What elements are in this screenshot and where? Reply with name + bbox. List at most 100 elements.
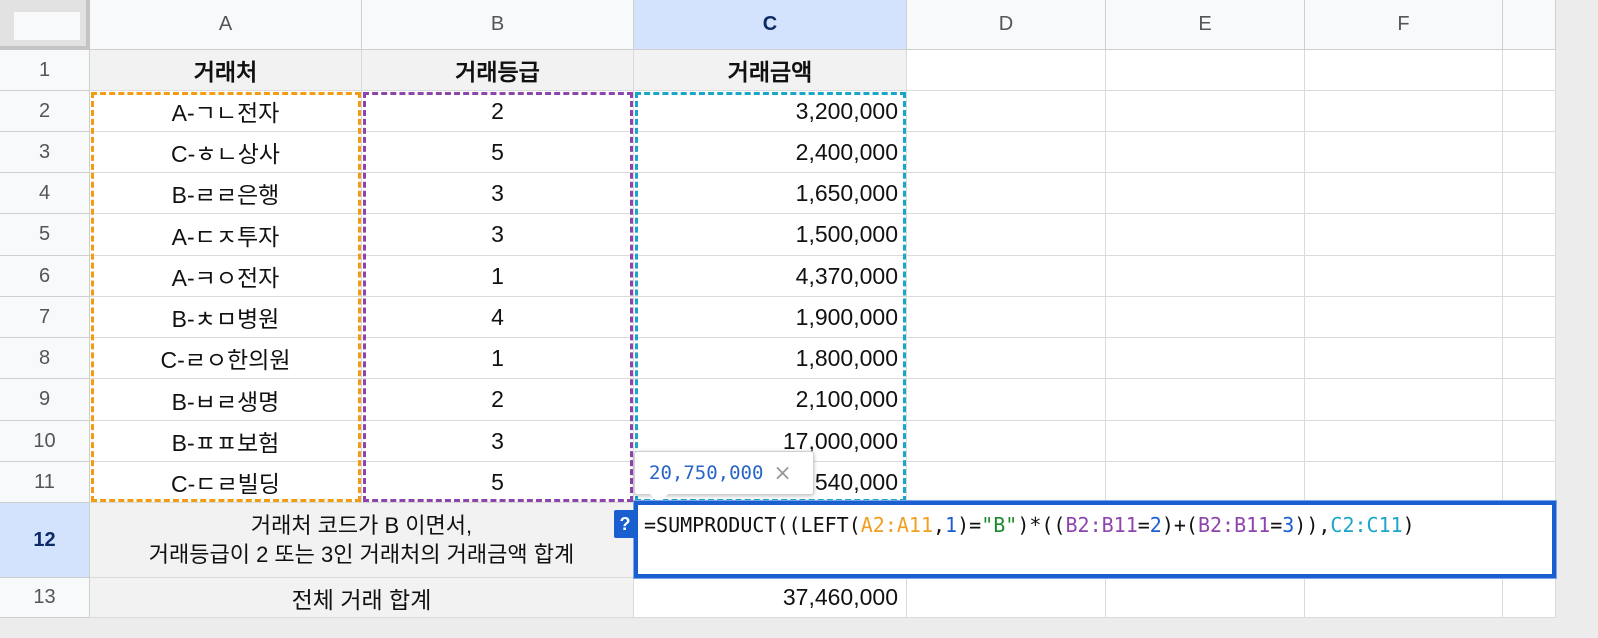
cell-empty[interactable] <box>907 91 1106 132</box>
cell-empty[interactable] <box>1503 338 1556 379</box>
cell-a2[interactable]: A-ㄱㄴ전자 <box>90 91 362 132</box>
close-icon[interactable]: × <box>773 461 791 486</box>
cell-empty[interactable] <box>907 173 1106 214</box>
cell-b3[interactable]: 5 <box>362 132 634 173</box>
cell-empty[interactable] <box>1106 91 1305 132</box>
cell-empty[interactable] <box>907 421 1106 462</box>
cell-empty[interactable] <box>1503 297 1556 338</box>
cell-empty[interactable] <box>1106 297 1305 338</box>
cell-c5[interactable]: 1,500,000 <box>634 214 907 256</box>
cell-a13-merged[interactable]: 전체 거래 합계 <box>90 578 634 618</box>
column-header-d[interactable]: D <box>907 0 1106 50</box>
select-all-corner[interactable] <box>0 0 90 50</box>
cell-empty[interactable] <box>1503 379 1556 421</box>
cell-empty[interactable] <box>1503 50 1556 91</box>
row-header-10[interactable]: 10 <box>0 421 90 462</box>
cell-empty[interactable] <box>1106 132 1305 173</box>
cell-empty[interactable] <box>1305 462 1503 503</box>
cell-empty[interactable] <box>907 132 1106 173</box>
cell-a6[interactable]: A-ㅋㅇ전자 <box>90 256 362 297</box>
cell-empty[interactable] <box>1106 50 1305 91</box>
cell-c9[interactable]: 2,100,000 <box>634 379 907 421</box>
cell-empty[interactable] <box>1503 421 1556 462</box>
cell-a7[interactable]: B-ㅊㅁ병원 <box>90 297 362 338</box>
cell-a5[interactable]: A-ㄷㅈ투자 <box>90 214 362 256</box>
cell-b5[interactable]: 3 <box>362 214 634 256</box>
cell-empty[interactable] <box>1503 91 1556 132</box>
cell-empty[interactable] <box>1106 338 1305 379</box>
row-header-8[interactable]: 8 <box>0 338 90 379</box>
cell-a9[interactable]: B-ㅂㄹ생명 <box>90 379 362 421</box>
column-header-a[interactable]: A <box>90 0 362 50</box>
cell-b9[interactable]: 2 <box>362 379 634 421</box>
cell-empty[interactable] <box>1503 173 1556 214</box>
cell-c7[interactable]: 1,900,000 <box>634 297 907 338</box>
cell-c8[interactable]: 1,800,000 <box>634 338 907 379</box>
cell-empty[interactable] <box>907 338 1106 379</box>
cell-empty[interactable] <box>907 578 1106 618</box>
cell-a10[interactable]: B-ㅍㅍ보험 <box>90 421 362 462</box>
cell-empty[interactable] <box>907 297 1106 338</box>
cell-empty[interactable] <box>1106 173 1305 214</box>
cell-b6[interactable]: 1 <box>362 256 634 297</box>
row-header-11[interactable]: 11 <box>0 462 90 503</box>
cell-empty[interactable] <box>1503 462 1556 503</box>
row-header-13[interactable]: 13 <box>0 578 90 618</box>
row-header-5[interactable]: 5 <box>0 214 90 256</box>
row-header-12[interactable]: 12 <box>0 503 90 578</box>
row-header-3[interactable]: 3 <box>0 132 90 173</box>
cell-c13[interactable]: 37,460,000 <box>634 578 907 618</box>
column-header-e[interactable]: E <box>1106 0 1305 50</box>
cell-c1[interactable]: 거래금액 <box>634 50 907 91</box>
cell-empty[interactable] <box>1305 91 1503 132</box>
cell-b10[interactable]: 3 <box>362 421 634 462</box>
cell-a1[interactable]: 거래처 <box>90 50 362 91</box>
cell-c6[interactable]: 4,370,000 <box>634 256 907 297</box>
cell-empty[interactable] <box>1305 132 1503 173</box>
column-header-g-partial[interactable] <box>1503 0 1556 50</box>
cell-c3[interactable]: 2,400,000 <box>634 132 907 173</box>
cell-c4[interactable]: 1,650,000 <box>634 173 907 214</box>
cell-empty[interactable] <box>1106 421 1305 462</box>
cell-a11[interactable]: C-ㄷㄹ빌딩 <box>90 462 362 503</box>
cell-empty[interactable] <box>1106 379 1305 421</box>
column-header-c[interactable]: C <box>634 0 907 50</box>
cell-empty[interactable] <box>1503 578 1556 618</box>
cell-formula-editor[interactable]: =SUMPRODUCT((LEFT(A2:A11,1)="B")*((B2:B1… <box>634 501 1556 578</box>
cell-a8[interactable]: C-ㄹㅇ한의원 <box>90 338 362 379</box>
cell-empty[interactable] <box>1503 214 1556 256</box>
row-header-4[interactable]: 4 <box>0 173 90 214</box>
cell-empty[interactable] <box>1503 132 1556 173</box>
cell-empty[interactable] <box>1305 578 1503 618</box>
row-header-6[interactable]: 6 <box>0 256 90 297</box>
cell-empty[interactable] <box>1305 379 1503 421</box>
cell-empty[interactable] <box>907 256 1106 297</box>
spreadsheet-grid[interactable]: ABCDEF 1 2 3 4 5 6 7 8 9 10 11 12 13 거래처 거래등급 거래금액 A-ㄱㄴ… <box>0 0 1598 638</box>
cell-empty[interactable] <box>1305 173 1503 214</box>
cell-empty[interactable] <box>1106 578 1305 618</box>
cell-empty[interactable] <box>1305 50 1503 91</box>
cell-empty[interactable] <box>1305 297 1503 338</box>
cell-b11[interactable]: 5 <box>362 462 634 503</box>
cell-empty[interactable] <box>907 214 1106 256</box>
row-header-2[interactable]: 2 <box>0 91 90 132</box>
formula-help-icon[interactable]: ? <box>614 510 636 538</box>
cell-empty[interactable] <box>1503 256 1556 297</box>
cell-empty[interactable] <box>907 462 1106 503</box>
cell-b7[interactable]: 4 <box>362 297 634 338</box>
cell-empty[interactable] <box>907 50 1106 91</box>
column-header-b[interactable]: B <box>362 0 634 50</box>
cell-empty[interactable] <box>1106 462 1305 503</box>
row-header-1[interactable]: 1 <box>0 50 90 91</box>
formula-text[interactable]: =SUMPRODUCT((LEFT(A2:A11,1)="B")*((B2:B1… <box>644 513 1415 537</box>
cell-empty[interactable] <box>1305 214 1503 256</box>
cell-b8[interactable]: 1 <box>362 338 634 379</box>
cell-empty[interactable] <box>1305 256 1503 297</box>
row-header-7[interactable]: 7 <box>0 297 90 338</box>
cell-empty[interactable] <box>1106 214 1305 256</box>
cell-empty[interactable] <box>1305 338 1503 379</box>
column-header-f[interactable]: F <box>1305 0 1503 50</box>
cell-c2[interactable]: 3,200,000 <box>634 91 907 132</box>
cell-a4[interactable]: B-ㄹㄹ은행 <box>90 173 362 214</box>
cell-b1[interactable]: 거래등급 <box>362 50 634 91</box>
